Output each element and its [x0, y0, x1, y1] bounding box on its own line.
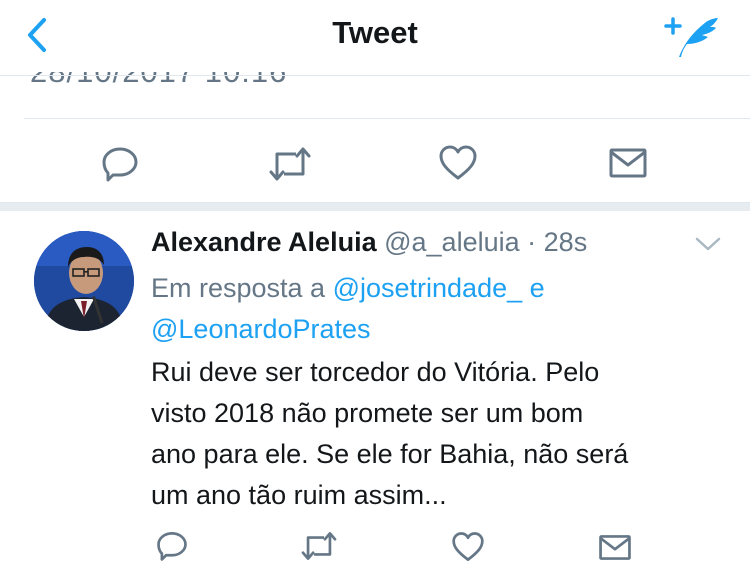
navigation-bar: Tweet	[0, 0, 750, 72]
reply-prefix: Em resposta a	[151, 273, 326, 303]
tweet-text: Rui deve ser torcedor do Vitória. Pelo v…	[151, 352, 731, 516]
section-separator	[0, 202, 750, 211]
reply-icon	[102, 147, 138, 182]
retweet-icon	[301, 532, 337, 560]
direct-message-button[interactable]	[608, 146, 648, 180]
like-button[interactable]	[438, 144, 478, 182]
retweet-button[interactable]	[268, 145, 312, 183]
mention-link-1[interactable]: @josetrindade_	[333, 273, 523, 303]
divider	[24, 118, 750, 119]
mail-icon	[609, 148, 647, 178]
tweet-time: 28s	[543, 227, 588, 257]
tweet-options-button[interactable]	[694, 234, 722, 254]
author-name[interactable]: Alexandre Aleluia	[151, 227, 377, 257]
chevron-down-icon	[695, 237, 721, 251]
tweet-text-line: um ano tão ruim assim...	[151, 480, 447, 510]
retweet-icon	[269, 147, 311, 181]
reply-icon	[157, 532, 187, 561]
reply-joiner: e	[529, 273, 545, 303]
direct-message-button[interactable]	[598, 533, 632, 562]
compose-button[interactable]	[662, 8, 726, 64]
author-handle[interactable]: @a_aleluia	[384, 227, 520, 257]
nav-divider	[0, 75, 750, 76]
reply-button[interactable]	[155, 530, 189, 562]
mail-icon	[599, 535, 631, 560]
avatar-photo	[34, 231, 134, 331]
compose-feather-icon	[664, 17, 718, 57]
tweet-text-line: visto 2018 não promete ser um bom	[151, 398, 584, 428]
retweet-button[interactable]	[300, 530, 338, 562]
tweet-header: Alexandre Aleluia @a_aleluia · 28s	[151, 227, 587, 258]
like-heart-icon	[452, 532, 484, 561]
page-title: Tweet	[332, 15, 418, 50]
reply-button[interactable]	[100, 145, 140, 183]
tweet-text-line: ano para ele. Se ele for Bahia, não será	[151, 439, 629, 469]
avatar[interactable]	[34, 231, 134, 331]
separator-dot: ·	[527, 227, 537, 257]
like-heart-icon	[439, 145, 477, 180]
mention-link-2[interactable]: @LeonardoPrates	[151, 314, 371, 344]
like-button[interactable]	[451, 531, 485, 563]
reply-context: Em resposta a @josetrindade_ e @Leonardo…	[151, 268, 711, 350]
tweet-text-line: Rui deve ser torcedor do Vitória. Pelo	[151, 357, 600, 387]
